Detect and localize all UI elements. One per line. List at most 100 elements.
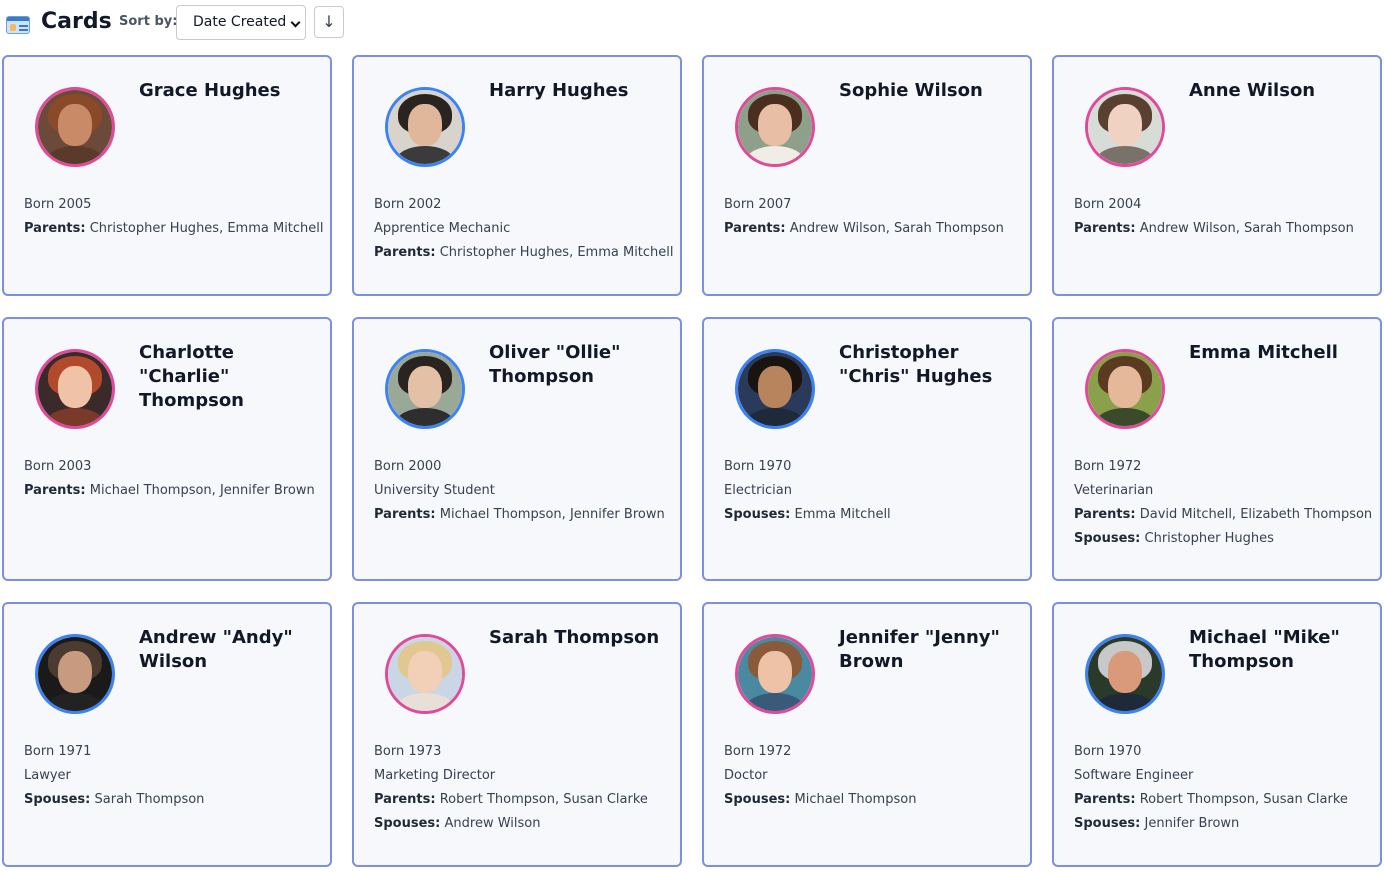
person-card[interactable]: Oliver "Ollie" Thompson Born 2000 Universi… [352, 317, 682, 581]
spouses-value: Jennifer Brown [1144, 816, 1240, 831]
avatar [735, 87, 815, 167]
person-details: Born 1973 Marketing Director Parents: Robe… [374, 740, 670, 836]
born-year: Born 1971 [24, 740, 320, 764]
born-year-value: Born 1971 [24, 744, 92, 759]
born-year: Born 1973 [374, 740, 670, 764]
person-card[interactable]: Michael "Mike" Thompson Born 1970 Software… [1052, 602, 1382, 867]
occupation-value: Electrician [724, 483, 792, 498]
born-year-value: Born 2000 [374, 459, 442, 474]
person-name: Christopher "Chris" Hughes [839, 342, 993, 387]
born-year: Born 2003 [24, 455, 320, 479]
person-card[interactable]: Grace Hughes Born 2005 Parents: Christophe… [2, 55, 332, 296]
person-card[interactable]: Christopher "Chris" Hughes Born 1970 Elect… [702, 317, 1032, 581]
parents-label: Parents: [374, 245, 436, 260]
spouses-value: Sarah Thompson [94, 792, 205, 807]
born-year: Born 1970 [1074, 740, 1370, 764]
occupation-value: Marketing Director [374, 768, 496, 783]
avatar [735, 634, 815, 714]
occupation: Veterinarian [1074, 479, 1370, 503]
occupation: Apprentice Mechanic [374, 217, 670, 241]
avatar [385, 87, 465, 167]
avatar [35, 87, 115, 167]
person-card[interactable]: Andrew "Andy" Wilson Born 1971 Lawyer Spous… [2, 602, 332, 867]
spouses-label: Spouses: [724, 792, 791, 807]
person-name: Andrew "Andy" Wilson [139, 627, 293, 672]
id-card-icon [6, 16, 30, 34]
parents-label: Parents: [24, 483, 86, 498]
person-card[interactable]: Sarah Thompson Born 1973 Marketing Directo… [352, 602, 682, 867]
person-name: Harry Hughes [489, 80, 629, 101]
born-year-value: Born 2007 [724, 197, 792, 212]
chevron-down-icon [290, 17, 301, 28]
person-card[interactable]: Harry Hughes Born 2002 Apprentice Mechanic… [352, 55, 682, 296]
born-year-value: Born 1970 [1074, 744, 1142, 759]
born-year: Born 2007 [724, 193, 1020, 217]
parents: Parents: Christopher Hughes, Emma Mitche… [24, 217, 324, 241]
person-details: Born 2002 Apprentice Mechanic Parents: Chr… [374, 193, 674, 265]
spouses: Spouses: Jennifer Brown [1074, 812, 1370, 836]
person-card[interactable]: Anne Wilson Born 2004 Parents: Andrew Wils… [1052, 55, 1382, 296]
parents-value: Andrew Wilson, Sarah Thompson [1139, 221, 1354, 236]
spouses-label: Spouses: [374, 816, 441, 831]
born-year: Born 2000 [374, 455, 670, 479]
spouses-value: Emma Mitchell [794, 507, 891, 522]
spouses-value: Christopher Hughes [1144, 531, 1274, 546]
person-details: Born 2004 Parents: Andrew Wilson, Sarah T… [1074, 193, 1370, 241]
born-year: Born 2002 [374, 193, 670, 217]
avatar [1085, 349, 1165, 429]
parents-value: Andrew Wilson, Sarah Thompson [789, 221, 1004, 236]
sort-direction-button[interactable]: ↓ [314, 6, 344, 38]
person-name: Sophie Wilson [839, 80, 983, 101]
avatar [385, 634, 465, 714]
person-details: Born 1970 Software Engineer Parents: Rober… [1074, 740, 1370, 836]
cards-grid: Grace Hughes Born 2005 Parents: Christophe… [2, 55, 1382, 867]
parents: Parents: David Mitchell, Elizabeth Thomp… [1074, 503, 1373, 527]
occupation-value: Doctor [724, 768, 768, 783]
person-card[interactable]: Jennifer "Jenny" Brown Born 1972 Doctor Spo… [702, 602, 1032, 867]
born-year-value: Born 1973 [374, 744, 442, 759]
person-name: Sarah Thompson [489, 627, 660, 648]
spouses-value: Andrew Wilson [444, 816, 541, 831]
spouses-label: Spouses: [1074, 531, 1141, 546]
person-details: Born 2005 Parents: Christopher Hughes, Em… [24, 193, 324, 241]
avatar [385, 349, 465, 429]
person-name: Michael "Mike" Thompson [1189, 627, 1340, 672]
parents-label: Parents: [1074, 792, 1136, 807]
parents-value: David Mitchell, Elizabeth Thompson [1139, 507, 1373, 522]
person-card[interactable]: Charlotte "Charlie" Thompson Born 2003 Par… [2, 317, 332, 581]
parents: Parents: Andrew Wilson, Sarah Thompson [724, 217, 1020, 241]
occupation-value: University Student [374, 483, 495, 498]
parents: Parents: Robert Thompson, Susan Clarke [1074, 788, 1370, 812]
person-details: Born 1972 Veterinarian Parents: David Mitc… [1074, 455, 1373, 551]
born-year-value: Born 2005 [24, 197, 92, 212]
born-year-value: Born 1972 [1074, 459, 1142, 474]
occupation: Lawyer [24, 764, 320, 788]
person-details: Born 2000 University Student Parents: Mich… [374, 455, 670, 527]
born-year: Born 1970 [724, 455, 1020, 479]
born-year: Born 1972 [1074, 455, 1370, 479]
person-name: Emma Mitchell [1189, 342, 1338, 363]
born-year-value: Born 1972 [724, 744, 792, 759]
parents-label: Parents: [1074, 221, 1136, 236]
sort-select[interactable]: Date Created [176, 5, 306, 40]
parents: Parents: Robert Thompson, Susan Clarke [374, 788, 670, 812]
avatar [1085, 87, 1165, 167]
spouses: Spouses: Michael Thompson [724, 788, 1020, 812]
occupation-value: Apprentice Mechanic [374, 221, 511, 236]
person-name: Anne Wilson [1189, 80, 1316, 101]
person-card[interactable]: Emma Mitchell Born 1972 Veterinarian Parent… [1052, 317, 1382, 581]
spouses: Spouses: Emma Mitchell [724, 503, 1020, 527]
parents: Parents: Andrew Wilson, Sarah Thompson [1074, 217, 1370, 241]
occupation-value: Lawyer [24, 768, 71, 783]
spouses-value: Michael Thompson [794, 792, 917, 807]
person-name: Jennifer "Jenny" Brown [839, 627, 1000, 672]
parents-label: Parents: [24, 221, 86, 236]
occupation: Electrician [724, 479, 1020, 503]
person-name: Oliver "Ollie" Thompson [489, 342, 621, 387]
born-year: Born 2005 [24, 193, 320, 217]
parents-value: Robert Thompson, Susan Clarke [439, 792, 648, 807]
born-year: Born 2004 [1074, 193, 1370, 217]
person-details: Born 2007 Parents: Andrew Wilson, Sarah T… [724, 193, 1020, 241]
occupation: Marketing Director [374, 764, 670, 788]
person-card[interactable]: Sophie Wilson Born 2007 Parents: Andrew Wi… [702, 55, 1032, 296]
